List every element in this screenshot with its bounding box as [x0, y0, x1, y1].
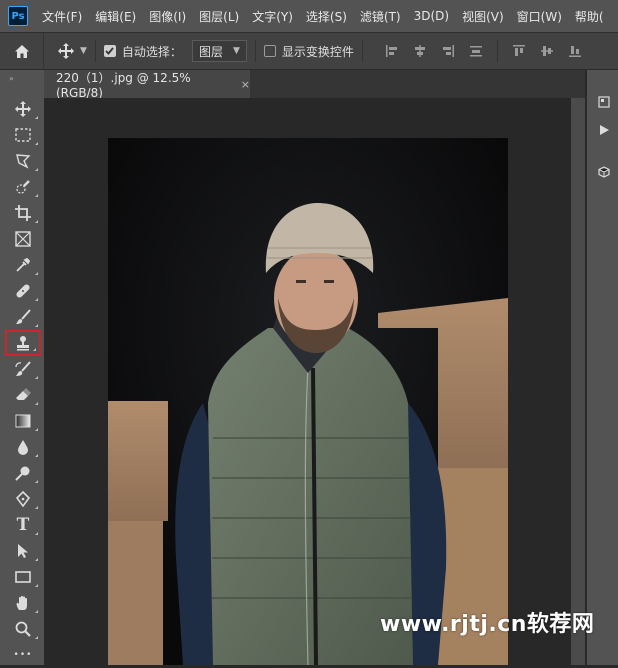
panel-icon: [598, 96, 610, 108]
collapse-panel-icon[interactable]: »: [9, 74, 14, 83]
panel-toggle-button[interactable]: [593, 92, 615, 112]
eraser-tool[interactable]: [5, 382, 41, 408]
history-brush-tool[interactable]: [5, 356, 41, 382]
frame-tool[interactable]: [5, 226, 41, 252]
polygonal-lasso-icon: [16, 154, 31, 169]
gradient-tool[interactable]: [5, 408, 41, 434]
document-tab-bar: 220（1）.jpg @ 12.5%(RGB/8) ×: [44, 70, 585, 100]
align-left-icon[interactable]: [385, 44, 399, 58]
eyedropper-tool[interactable]: [5, 252, 41, 278]
clone-stamp-tool[interactable]: [5, 330, 41, 356]
rectangle-icon: [15, 571, 31, 583]
healing-brush-tool[interactable]: [5, 278, 41, 304]
history-brush-icon: [15, 361, 31, 376]
divider: [94, 40, 96, 62]
blur-tool[interactable]: [5, 434, 41, 460]
auto-select-checkbox[interactable]: [103, 45, 116, 57]
magnifier-icon: [15, 621, 31, 637]
3d-cube-icon: [598, 166, 610, 178]
menu-window[interactable]: 窗口(W): [517, 8, 562, 25]
menu-filter[interactable]: 滤镜(T): [360, 8, 401, 25]
auto-select-target-value: 图层: [198, 44, 223, 59]
play-icon: [600, 125, 609, 135]
align-horizontal-center-icon[interactable]: [413, 44, 427, 58]
align-right-icon[interactable]: [441, 44, 455, 58]
pen-icon: [15, 491, 31, 507]
chevron-down-icon: ▼: [232, 46, 240, 56]
menu-help[interactable]: 帮助(: [575, 8, 604, 25]
home-button[interactable]: [0, 33, 44, 69]
home-icon: [14, 44, 29, 58]
eyedropper-icon: [16, 257, 31, 272]
cursor-arrow-icon: [18, 544, 28, 558]
align-vertical-center-icon[interactable]: [540, 44, 554, 58]
toolbar: T •••: [5, 96, 41, 668]
crop-icon: [15, 205, 31, 221]
dodge-tool[interactable]: [5, 460, 41, 486]
3d-panel-button[interactable]: [593, 162, 615, 182]
auto-select-target-dropdown[interactable]: 图层 ▼: [191, 40, 247, 62]
rectangle-tool[interactable]: [5, 564, 41, 590]
document-image[interactable]: [108, 138, 508, 665]
menu-view[interactable]: 视图(V): [462, 8, 504, 25]
drop-icon: [18, 440, 28, 455]
pen-tool[interactable]: [5, 486, 41, 512]
menu-edit[interactable]: 编辑(E): [95, 8, 136, 25]
chevron-down-icon: ▼: [80, 46, 87, 56]
crop-tool[interactable]: [5, 200, 41, 226]
move-tool[interactable]: [5, 96, 41, 122]
quick-select-tool[interactable]: [5, 174, 41, 200]
type-icon: T: [16, 515, 30, 535]
document-tab[interactable]: 220（1）.jpg @ 12.5%(RGB/8) ×: [44, 70, 250, 100]
dodge-icon: [15, 466, 30, 481]
more-tools[interactable]: •••: [5, 642, 41, 668]
menu-select[interactable]: 选择(S): [306, 8, 347, 25]
menu-type[interactable]: 文字(Y): [252, 8, 293, 25]
move-icon: [15, 101, 31, 117]
hand-icon: [16, 595, 27, 610]
options-bar: ▼ 自动选择： 图层 ▼ 显示变换控件: [0, 32, 618, 70]
ellipsis-icon: •••: [13, 650, 33, 660]
path-select-tool[interactable]: [5, 538, 41, 564]
rectangular-marquee-icon: [15, 128, 31, 142]
align-bottom-icon[interactable]: [568, 44, 582, 58]
document-tab-title: 220（1）.jpg @ 12.5%(RGB/8): [56, 70, 191, 100]
man-portrait-image: [108, 138, 508, 665]
close-icon[interactable]: ×: [241, 78, 250, 91]
marquee-tool[interactable]: [5, 122, 41, 148]
move-icon: [58, 43, 74, 59]
menu-3d[interactable]: 3D(D): [414, 9, 449, 23]
lasso-tool[interactable]: [5, 148, 41, 174]
hand-tool[interactable]: [5, 590, 41, 616]
menu-file[interactable]: 文件(F): [42, 8, 82, 25]
right-panel-strip: [586, 70, 618, 665]
stamp-icon: [17, 336, 29, 351]
photoshop-logo[interactable]: Ps: [8, 6, 28, 26]
divider: [361, 40, 363, 62]
menu-layer[interactable]: 图层(L): [199, 8, 239, 25]
divider: [254, 40, 256, 62]
brush-tool[interactable]: [5, 304, 41, 330]
frame-icon: [15, 231, 31, 247]
auto-select-label: 自动选择：: [121, 44, 182, 59]
menu-bar: Ps 文件(F) 编辑(E) 图像(I) 图层(L) 文字(Y) 选择(S) 滤…: [0, 0, 618, 32]
show-transform-checkbox[interactable]: [263, 45, 276, 57]
menu-image[interactable]: 图像(I): [149, 8, 186, 25]
eraser-icon: [16, 388, 31, 400]
align-top-icon[interactable]: [512, 44, 526, 58]
play-button[interactable]: [593, 120, 615, 140]
show-transform-label: 显示变换控件: [281, 44, 354, 59]
distribute-vertical-icon[interactable]: [469, 44, 483, 58]
brush-icon: [16, 309, 31, 324]
vertical-scrollbar[interactable]: [571, 98, 585, 665]
divider: [496, 40, 498, 62]
bandage-icon: [16, 284, 30, 298]
type-tool[interactable]: T: [5, 512, 41, 538]
zoom-tool[interactable]: [5, 616, 41, 642]
quick-select-icon: [16, 180, 30, 194]
watermark: www.rjtj.cn软荐网: [380, 612, 595, 637]
gradient-icon: [15, 414, 31, 428]
tool-preset-picker[interactable]: ▼: [58, 43, 87, 59]
